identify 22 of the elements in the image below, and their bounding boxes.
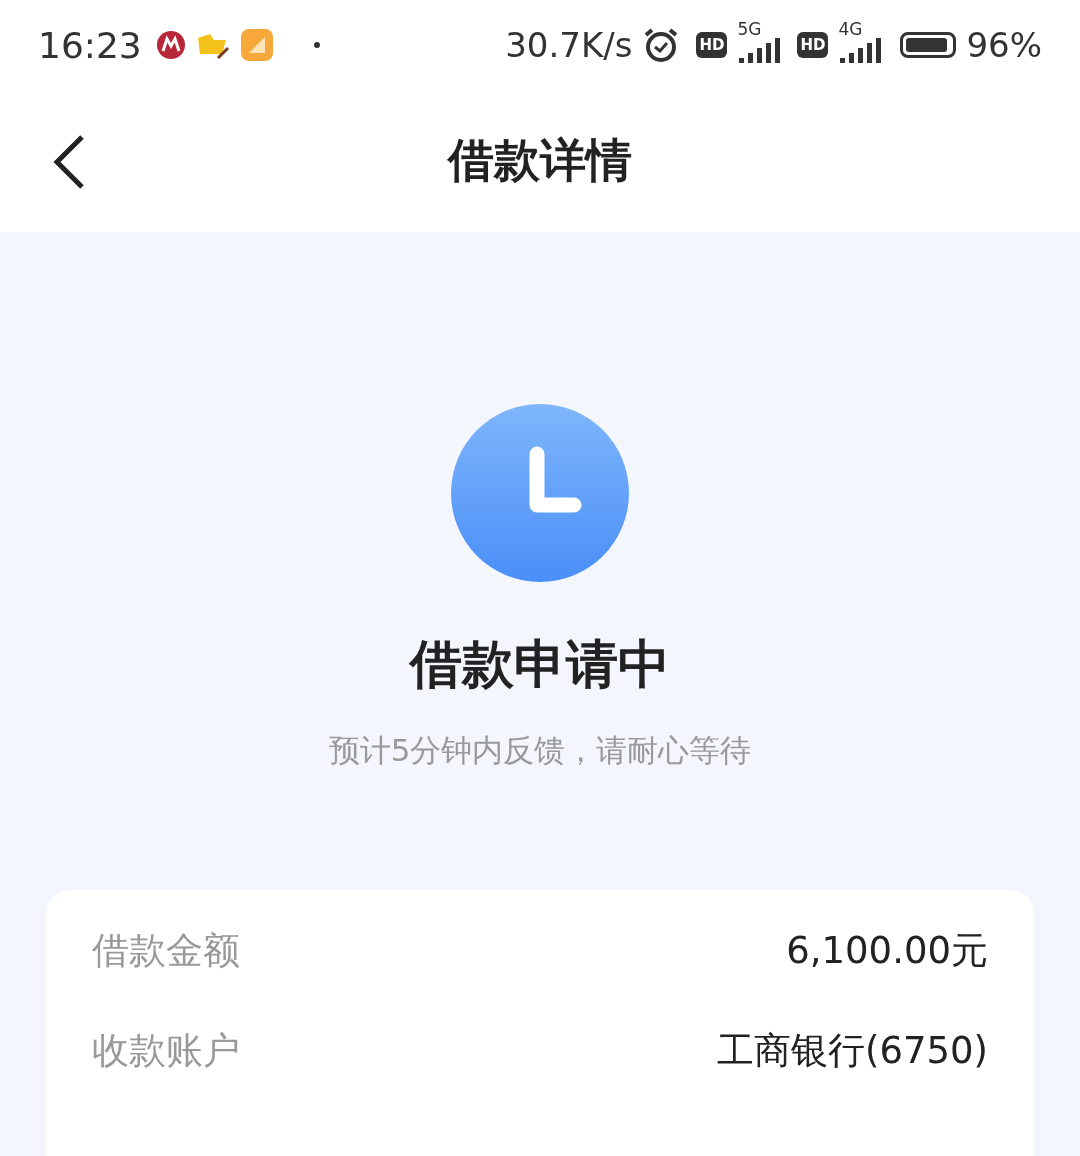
network-speed: 30.7K/s — [505, 25, 633, 65]
signal-icon — [838, 35, 883, 65]
notes-app-icon — [239, 28, 274, 62]
detail-value: 工商银行(6750) — [716, 1028, 988, 1074]
detail-label: 借款金额 — [92, 928, 240, 974]
page-title: 借款详情 — [448, 132, 632, 189]
signal-icon — [737, 35, 782, 65]
network-type: 5G — [737, 19, 762, 39]
clock-icon — [451, 404, 629, 582]
clock-time: 16:23 — [38, 24, 142, 66]
status-title: 借款申请中 — [410, 633, 670, 696]
back-icon[interactable] — [52, 134, 86, 190]
hd-badge: HD — [696, 32, 728, 58]
network-type: 4G — [838, 19, 863, 39]
bank-logo-icon — [155, 30, 186, 60]
hd-badge: HD — [797, 32, 829, 58]
status-subtitle: 预计5分钟内反馈，请耐心等待 — [328, 731, 752, 770]
more-notifications-icon — [313, 42, 320, 48]
detail-value: 6,100.00元 — [786, 928, 988, 974]
battery-percent: 96% — [966, 25, 1042, 65]
battery-icon — [900, 32, 957, 58]
detail-label: 收款账户 — [92, 1028, 240, 1074]
